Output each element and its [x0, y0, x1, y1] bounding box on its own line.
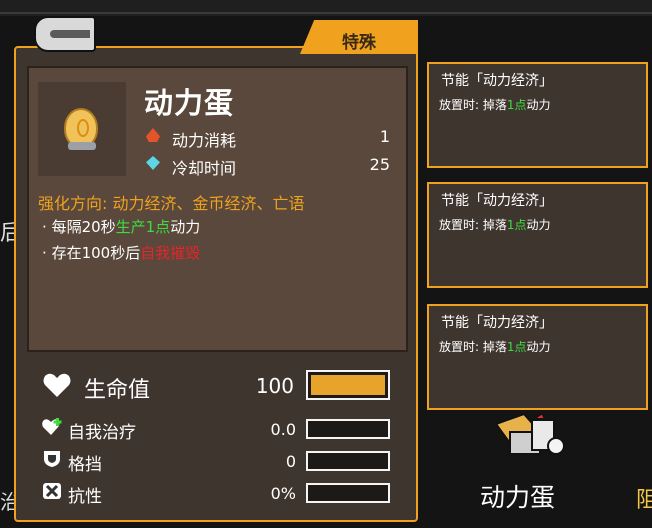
stat-label: 冷却时间 — [172, 159, 237, 178]
effect-line: · 每隔20秒生产1点动力 — [42, 216, 200, 237]
block-label: 格挡 — [68, 455, 102, 475]
stat-power-cost: 动力消耗 — [146, 127, 237, 151]
effect-highlight: 自我摧毁 — [140, 244, 201, 262]
egg-stand-icon — [68, 142, 96, 150]
effect-text: 存在100秒后 — [51, 244, 141, 262]
resist-label: 抗性 — [68, 487, 102, 507]
stat-label: 动力消耗 — [172, 131, 237, 150]
side-card-title: 节能「动力经济」 — [441, 193, 553, 209]
side-card-desc: 放置时: 掉落1点动力 — [439, 340, 551, 354]
hp-value: 100 — [255, 374, 294, 398]
side-card[interactable]: 节能「动力经济」 放置时: 掉落1点动力 — [427, 62, 648, 168]
resist-icon — [43, 483, 61, 499]
selected-item-label: 动力蛋 — [480, 483, 556, 512]
stat-value: 25 — [369, 155, 390, 174]
shield-icon — [44, 451, 60, 467]
rarity-tag: 特殊 — [300, 20, 418, 54]
top-strip — [0, 0, 652, 16]
side-card-title: 节能「动力经济」 — [441, 73, 553, 89]
self-heal-value: 0.0 — [270, 420, 296, 439]
edge-text-right-bottom: 阻 — [636, 488, 652, 513]
item-title: 动力蛋 — [144, 86, 235, 120]
self-heal-bar — [306, 419, 390, 439]
power-egg-machine-icon[interactable] — [492, 412, 570, 464]
side-card[interactable]: 节能「动力经济」 放置时: 掉落1点动力 — [427, 304, 648, 410]
side-card[interactable]: 节能「动力经济」 放置时: 掉落1点动力 — [427, 182, 648, 288]
effect-line: · 存在100秒后自我摧毁 — [42, 242, 200, 263]
hp-label: 生命值 — [84, 378, 151, 403]
stat-value: 1 — [379, 127, 390, 146]
side-card-desc: 放置时: 掉落1点动力 — [439, 218, 551, 232]
effect-text: 每隔20秒 — [51, 218, 116, 236]
resist-value: 0% — [270, 484, 296, 503]
hp-bar-fill — [311, 375, 385, 395]
block-bar — [306, 451, 390, 471]
stat-cooldown: 冷却时间 — [146, 155, 237, 179]
self-heal-label: 自我治疗 — [68, 423, 136, 443]
hp-bar — [306, 370, 390, 400]
block-value: 0 — [285, 452, 296, 471]
effect-text: 动力 — [170, 218, 201, 236]
close-tab-button[interactable] — [34, 16, 96, 52]
upgrade-direction: 强化方向: 动力经济、金币经济、亡语 — [38, 194, 305, 213]
bullet: · — [42, 218, 47, 236]
bullet: · — [42, 244, 47, 262]
side-card-desc: 放置时: 掉落1点动力 — [439, 98, 551, 112]
heart-icon — [43, 373, 71, 397]
side-card-title: 节能「动力经济」 — [441, 315, 553, 331]
resist-bar — [306, 483, 390, 503]
heal-icon — [42, 418, 62, 435]
effect-highlight: 生产1点 — [115, 218, 171, 236]
